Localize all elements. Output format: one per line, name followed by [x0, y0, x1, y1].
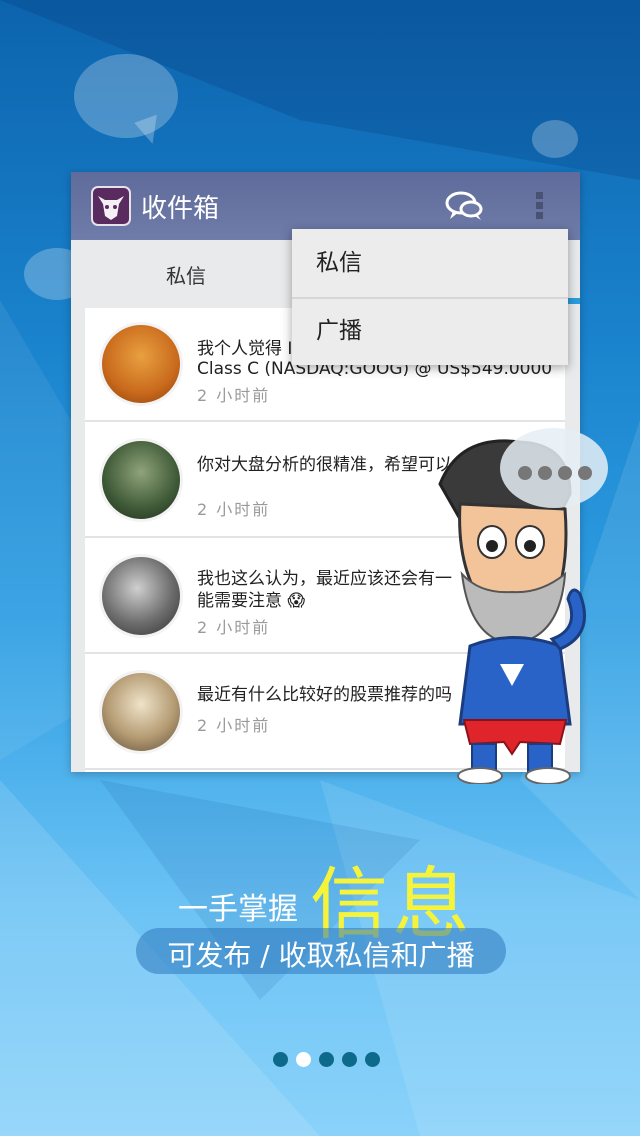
page-indicator	[273, 1052, 383, 1068]
menu-item-private-message[interactable]: 私信	[292, 229, 568, 297]
page-dot-active[interactable]	[296, 1052, 311, 1067]
chat-bubbles-icon[interactable]	[445, 190, 485, 222]
page-dot[interactable]	[319, 1052, 334, 1067]
speech-bubble	[500, 428, 608, 508]
bull-logo-icon[interactable]	[91, 186, 131, 226]
message-time: 2 小时前	[197, 618, 271, 637]
slogan-prefix: 一手掌握	[178, 892, 298, 927]
message-time: 2 小时前	[197, 716, 271, 735]
page-title: 收件箱	[141, 194, 220, 224]
decorative-bubble	[532, 120, 578, 158]
slogan-pill: 可发布 / 收取私信和广播	[136, 928, 506, 974]
page-dot[interactable]	[365, 1052, 380, 1067]
decorative-bubble	[74, 54, 178, 138]
message-time: 2 小时前	[197, 500, 271, 519]
avatar	[99, 322, 183, 406]
slogan-subtitle: 可发布 / 收取私信和广播	[167, 939, 475, 972]
overflow-menu-icon[interactable]	[533, 190, 545, 222]
menu-item-broadcast[interactable]: 广播	[292, 297, 568, 365]
page-dot[interactable]	[273, 1052, 288, 1067]
message-time: 2 小时前	[197, 386, 271, 405]
tab-private-message[interactable]: 私信	[111, 260, 261, 289]
avatar	[99, 554, 183, 638]
avatar	[99, 670, 183, 754]
avatar	[99, 438, 183, 522]
page-dot[interactable]	[342, 1052, 357, 1067]
overflow-dropdown-menu: 私信 广播	[292, 229, 568, 365]
